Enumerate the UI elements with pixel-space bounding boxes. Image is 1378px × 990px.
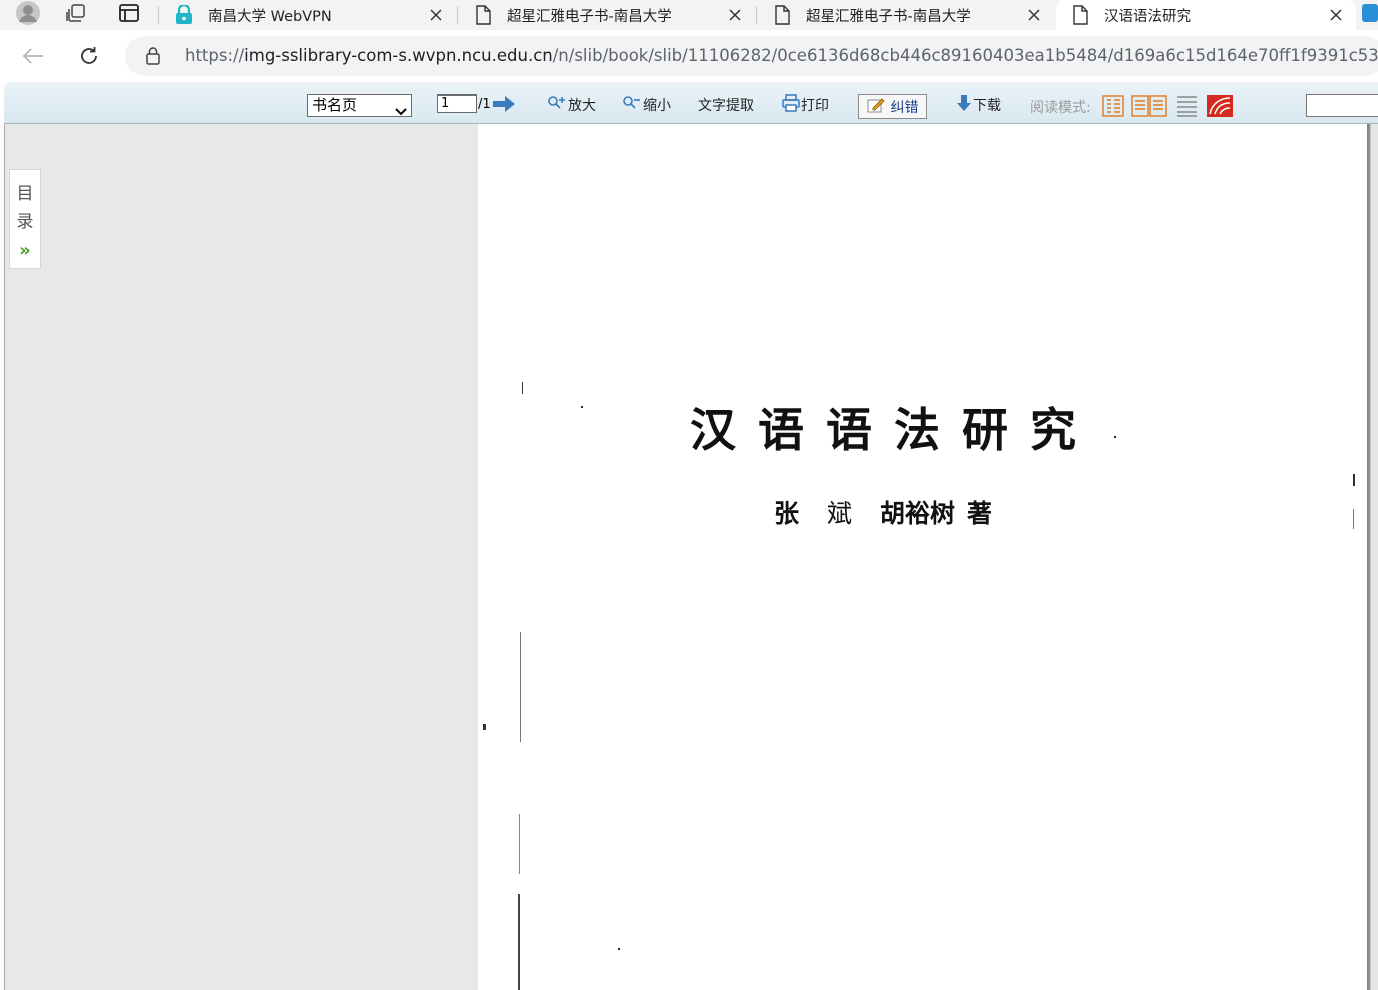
toc-label-char2: 录 xyxy=(16,212,34,232)
document-icon xyxy=(772,5,792,25)
scan-mark xyxy=(520,632,521,742)
scan-mark xyxy=(483,724,486,730)
scan-mark xyxy=(618,948,620,950)
scroll-mode-icon[interactable] xyxy=(1175,94,1199,118)
reader-toolbar: 书名页 1 /1 放大 缩小 文字提取 打印 纠错 下载 阅读模式: xyxy=(4,82,1378,124)
zoom-out-icon xyxy=(622,95,643,115)
scan-mark xyxy=(522,382,523,394)
tab-chaoxing-1[interactable]: 超星汇雅电子书-南昌大学 xyxy=(459,0,755,30)
chevron-down-icon xyxy=(395,101,407,122)
close-icon[interactable] xyxy=(725,5,745,25)
print-button[interactable]: 打印 xyxy=(782,94,829,116)
page-number-input[interactable]: 1 xyxy=(437,94,477,113)
url-host: img-sslibrary-com-s.wvpn.ncu.edu.cn xyxy=(244,46,553,65)
close-icon[interactable] xyxy=(426,5,446,25)
profile-avatar-icon[interactable] xyxy=(10,0,46,26)
document-icon xyxy=(1070,5,1090,25)
refresh-icon[interactable] xyxy=(72,39,106,73)
author-name: 张 xyxy=(774,499,800,528)
zoom-in-icon xyxy=(547,95,568,115)
scan-mark xyxy=(518,894,520,990)
scan-mark xyxy=(519,814,520,874)
page-type-value: 书名页 xyxy=(312,96,358,114)
document-icon xyxy=(473,5,493,25)
correct-label: 纠错 xyxy=(890,99,919,116)
pencil-note-icon xyxy=(867,97,885,117)
tab-title: 汉语语法研究 xyxy=(1104,8,1191,25)
book-title: 汉语语法研究 xyxy=(690,403,1098,457)
page-total: /1 xyxy=(478,97,491,112)
ebook-reader: 书名页 1 /1 放大 缩小 文字提取 打印 纠错 下载 阅读模式: 目 录 »… xyxy=(4,80,1378,990)
tab-strip: 南昌大学 WebVPN 超星汇雅电子书-南昌大学 超星汇雅电子书-南昌大学 汉语… xyxy=(0,0,1378,30)
author-name: 斌 xyxy=(827,499,853,528)
text-extract-button[interactable]: 文字提取 xyxy=(698,94,754,116)
author-role: 著 xyxy=(967,499,993,528)
url-text[interactable]: https://img-sslibrary-com-s.wvpn.ncu.edu… xyxy=(185,36,1378,76)
page-edge-shadow xyxy=(1367,124,1378,990)
download-button[interactable]: 下载 xyxy=(956,94,1001,116)
expand-chevron-icon[interactable]: » xyxy=(19,236,31,266)
zoom-out-button[interactable]: 缩小 xyxy=(622,94,671,116)
address-bar-row: https://img-sslibrary-com-s.wvpn.ncu.edu… xyxy=(0,30,1378,80)
scan-mark xyxy=(1353,509,1354,529)
search-input[interactable] xyxy=(1306,94,1378,117)
flip-mode-icon[interactable] xyxy=(1206,94,1234,118)
download-label: 下载 xyxy=(973,98,1001,114)
tab-hanyu-yufa[interactable]: 汉语语法研究 xyxy=(1056,0,1356,30)
page-type-select[interactable]: 书名页 xyxy=(307,94,412,117)
close-icon[interactable] xyxy=(1326,5,1346,25)
toc-toggle[interactable]: 目 录 » xyxy=(9,169,41,269)
printer-icon xyxy=(782,94,801,116)
tab-webvpn[interactable]: 南昌大学 WebVPN xyxy=(160,0,456,30)
author-name: 胡裕树 xyxy=(880,499,956,528)
text-extract-label: 文字提取 xyxy=(698,98,754,114)
zoom-in-button[interactable]: 放大 xyxy=(547,94,596,116)
correct-error-button[interactable]: 纠错 xyxy=(858,94,927,119)
back-arrow-icon[interactable] xyxy=(16,39,50,73)
single-page-mode-icon[interactable] xyxy=(1101,94,1125,118)
tab-title: 超星汇雅电子书-南昌大学 xyxy=(806,8,971,25)
url-scheme: https:// xyxy=(185,46,245,65)
scan-mark xyxy=(1114,436,1116,438)
tab-chaoxing-2[interactable]: 超星汇雅电子书-南昌大学 xyxy=(758,0,1054,30)
vertical-tabs-icon[interactable] xyxy=(111,0,147,26)
left-pane: 目 录 » xyxy=(4,124,478,990)
url-path: /n/slib/book/slib/11106282/0ce6136d68cb4… xyxy=(552,46,1378,65)
go-arrow-icon[interactable] xyxy=(491,94,517,114)
lock-icon[interactable] xyxy=(145,46,165,66)
tab-title: 超星汇雅电子书-南昌大学 xyxy=(507,8,672,25)
double-page-mode-icon[interactable] xyxy=(1131,94,1167,118)
zoom-in-label: 放大 xyxy=(568,98,596,114)
new-tab-icon[interactable] xyxy=(1360,0,1378,26)
book-authors: 张斌胡裕树著 xyxy=(774,494,992,530)
scan-mark xyxy=(1353,474,1355,486)
close-icon[interactable] xyxy=(1024,5,1044,25)
tab-title: 南昌大学 WebVPN xyxy=(208,8,332,25)
read-mode-label: 阅读模式: xyxy=(1030,100,1091,116)
lock-icon xyxy=(174,5,194,25)
toc-label-char1: 目 xyxy=(16,184,34,204)
url-field[interactable]: https://img-sslibrary-com-s.wvpn.ncu.edu… xyxy=(125,36,1378,76)
download-arrow-icon xyxy=(956,94,973,116)
zoom-out-label: 缩小 xyxy=(643,98,671,114)
print-label: 打印 xyxy=(801,98,829,114)
scan-mark xyxy=(581,406,583,408)
book-page: 汉语语法研究 张斌胡裕树著 xyxy=(478,124,1367,990)
workspaces-icon[interactable] xyxy=(58,0,94,26)
